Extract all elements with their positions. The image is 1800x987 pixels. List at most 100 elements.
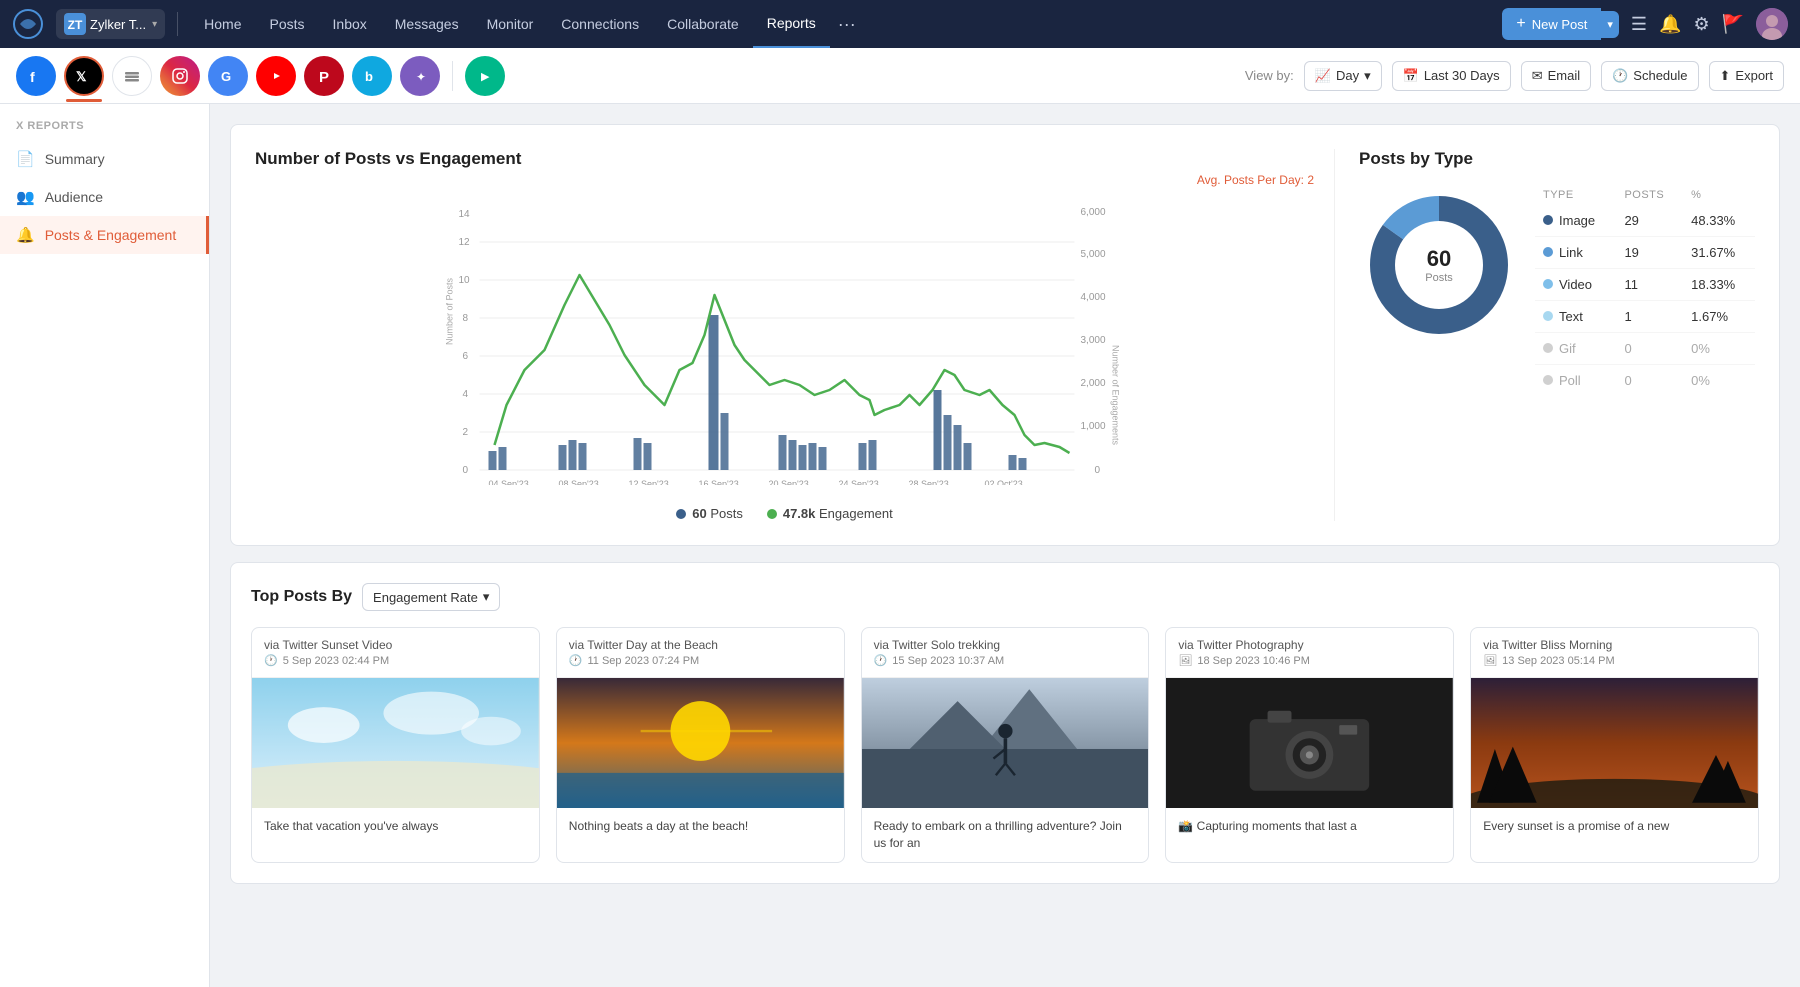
social-divider — [452, 61, 453, 91]
hamburger-icon[interactable]: ☰ — [1631, 14, 1647, 35]
svg-text:4: 4 — [463, 389, 469, 400]
bell-icon[interactable]: 🔔 — [1659, 14, 1681, 35]
svg-text:6,000: 6,000 — [1081, 207, 1106, 218]
sort-chevron-icon: ▾ — [483, 589, 490, 605]
clock-icon: 🕐 — [874, 654, 888, 667]
svg-text:20 Sep'23: 20 Sep'23 — [769, 479, 809, 485]
legend-posts: 60 Posts — [676, 506, 743, 521]
text-pct: 1.67% — [1683, 301, 1755, 333]
top-nav: ZT Zylker T... ▾ Home Posts Inbox Messag… — [0, 0, 1800, 48]
social-youtube[interactable] — [256, 56, 296, 96]
svg-text:10: 10 — [459, 275, 471, 286]
nav-inbox[interactable]: Inbox — [319, 0, 381, 48]
post-card-5: via Twitter Bliss Morning 🖼 13 Sep 2023 … — [1470, 627, 1759, 863]
gear-icon[interactable]: ⚙ — [1693, 14, 1709, 35]
app-logo — [12, 8, 44, 40]
col-type: TYPE — [1535, 185, 1616, 205]
social-buffer[interactable] — [112, 56, 152, 96]
export-button[interactable]: ⬆ Export — [1709, 61, 1784, 91]
email-label: Email — [1548, 68, 1581, 83]
svg-text:f: f — [30, 69, 35, 85]
topnav-right: + New Post ▾ ☰ 🔔 ⚙ 🚩 — [1502, 8, 1788, 40]
brand-name: Zylker T... — [90, 17, 146, 32]
link-pct: 31.67% — [1683, 237, 1755, 269]
viewby-label: View by: — [1245, 68, 1294, 83]
svg-text:04 Sep'23: 04 Sep'23 — [489, 479, 529, 485]
day-selector[interactable]: 📈 Day ▾ — [1304, 61, 1382, 91]
social-instagram[interactable] — [160, 56, 200, 96]
post-2-image — [557, 678, 844, 808]
svg-text:0: 0 — [463, 465, 469, 476]
chart-title: Number of Posts vs Engagement — [255, 149, 1314, 169]
donut-center: 60 Posts — [1425, 246, 1453, 284]
svg-text:28 Sep'23: 28 Sep'23 — [909, 479, 949, 485]
legend-posts-label: 60 Posts — [692, 506, 743, 521]
summary-icon: 📄 — [16, 150, 35, 168]
nav-home[interactable]: Home — [190, 0, 255, 48]
post-card-4: via Twitter Photography 🖼 18 Sep 2023 10… — [1165, 627, 1454, 863]
type-image: Image — [1559, 213, 1595, 228]
clock-icon: 🕐 — [264, 654, 278, 667]
post-4-caption: 📸 Capturing moments that last a — [1166, 808, 1453, 845]
social-extra2[interactable]: ▶ — [465, 56, 505, 96]
image-posts: 29 — [1616, 205, 1683, 237]
day-chevron-icon: ▾ — [1364, 68, 1371, 84]
poll-pct: 0% — [1683, 365, 1755, 397]
post-3-image — [862, 678, 1149, 808]
posts-engagement-icon: 🔔 — [16, 226, 35, 244]
social-twitter[interactable]: 𝕏 — [64, 56, 104, 96]
table-row: Video 11 18.33% — [1535, 269, 1755, 301]
poll-dot — [1543, 375, 1553, 385]
brand-selector[interactable]: ZT Zylker T... ▾ — [56, 9, 165, 39]
type-text: Text — [1559, 309, 1583, 324]
post-3-via: via Twitter Solo trekking — [874, 638, 1137, 652]
social-extra1[interactable]: ✦ — [400, 56, 440, 96]
svg-text:8: 8 — [463, 313, 469, 324]
schedule-button[interactable]: 🕐 Schedule — [1601, 61, 1698, 91]
video-posts: 11 — [1616, 269, 1683, 301]
flag-icon[interactable]: 🚩 — [1722, 14, 1744, 35]
sidebar-section-title: X REPORTS — [0, 120, 209, 140]
chart-legend: 60 Posts 47.8k Engagement — [255, 506, 1314, 521]
new-post-button[interactable]: + New Post — [1502, 8, 1601, 40]
sidebar-label-audience: Audience — [45, 189, 103, 205]
nav-reports[interactable]: Reports — [753, 0, 830, 48]
sort-selector[interactable]: Engagement Rate ▾ — [362, 583, 500, 611]
nav-messages[interactable]: Messages — [381, 0, 473, 48]
export-icon: ⬆ — [1720, 68, 1731, 84]
top-posts-section: Top Posts By Engagement Rate ▾ via Twitt… — [230, 562, 1780, 884]
social-google[interactable]: G — [208, 56, 248, 96]
nav-monitor[interactable]: Monitor — [473, 0, 548, 48]
nav-collaborate[interactable]: Collaborate — [653, 0, 753, 48]
table-row: Poll 0 0% — [1535, 365, 1755, 397]
svg-text:2: 2 — [463, 427, 469, 438]
post-5-via: via Twitter Bliss Morning — [1483, 638, 1746, 652]
date-range-selector[interactable]: 📅 Last 30 Days — [1392, 61, 1511, 91]
svg-text:ZT: ZT — [68, 18, 83, 32]
avatar[interactable] — [1756, 8, 1788, 40]
post-2-date: 🕐 11 Sep 2023 07:24 PM — [569, 654, 832, 667]
clock-icon: 🕐 — [569, 654, 583, 667]
social-buffer2[interactable]: b — [352, 56, 392, 96]
link-posts: 19 — [1616, 237, 1683, 269]
pbt-table: TYPE POSTS % Image 29 48.33% — [1535, 185, 1755, 396]
chart-area: 0 2 4 6 8 10 12 14 Number of Posts 0 1,0… — [255, 195, 1314, 490]
audience-icon: 👥 — [16, 188, 35, 206]
sidebar-item-posts-engagement[interactable]: 🔔 Posts & Engagement — [0, 216, 209, 254]
svg-text:12: 12 — [459, 237, 471, 248]
nav-connections[interactable]: Connections — [547, 0, 653, 48]
sidebar-item-summary[interactable]: 📄 Summary — [0, 140, 209, 178]
post-1-date: 🕐 5 Sep 2023 02:44 PM — [264, 654, 527, 667]
email-button[interactable]: ✉ Email — [1521, 61, 1591, 91]
sidebar-item-audience[interactable]: 👥 Audience — [0, 178, 209, 216]
nav-posts[interactable]: Posts — [256, 0, 319, 48]
nav-more-button[interactable]: ··· — [830, 14, 864, 35]
type-link: Link — [1559, 245, 1583, 260]
poll-posts: 0 — [1616, 365, 1683, 397]
new-post-dropdown-button[interactable]: ▾ — [1601, 11, 1619, 38]
social-pinterest[interactable]: P — [304, 56, 344, 96]
pbt-body: 60 Posts TYPE POSTS % — [1359, 185, 1755, 396]
svg-text:08 Sep'23: 08 Sep'23 — [559, 479, 599, 485]
social-facebook[interactable]: f — [16, 56, 56, 96]
post-card-2: via Twitter Day at the Beach 🕐 11 Sep 20… — [556, 627, 845, 863]
